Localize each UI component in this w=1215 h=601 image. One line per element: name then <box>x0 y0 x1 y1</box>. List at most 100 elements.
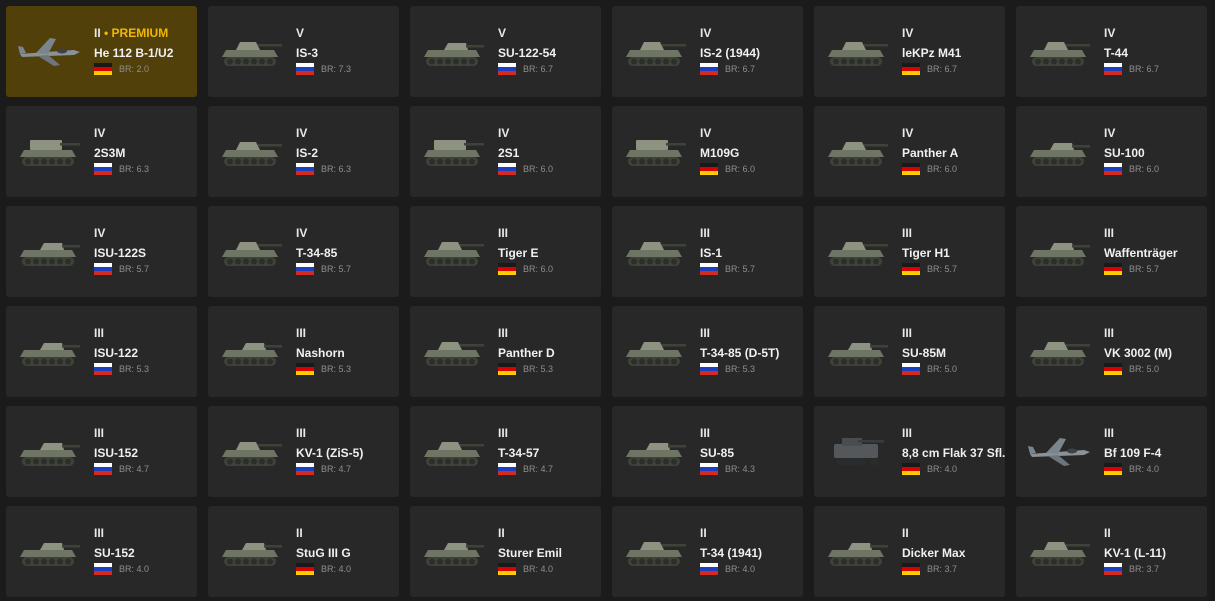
vehicle-meta: BR: 4.7 <box>296 463 363 475</box>
vehicle-card[interactable]: III KV-1 (ZiS-5) BR: 4.7 <box>208 406 399 497</box>
vehicle-card[interactable]: IV T-44 BR: 6.7 <box>1016 6 1207 97</box>
vehicle-name: Sturer Emil <box>498 546 563 560</box>
battle-rating: BR: 4.0 <box>1129 464 1160 474</box>
vehicle-card[interactable]: II StuG III G BR: 4.0 <box>208 506 399 597</box>
tier-label: III <box>902 226 913 240</box>
battle-rating: BR: 6.3 <box>119 164 150 174</box>
tier-label: III <box>1104 226 1115 240</box>
vehicle-name: T-44 <box>1104 46 1129 60</box>
tier-label: IV <box>902 26 914 40</box>
vehicle-card[interactable]: III VK 3002 (M) BR: 5.0 <box>1016 306 1207 397</box>
vehicle-name: SU-85 <box>700 446 735 460</box>
vehicle-tier: III <box>498 226 553 240</box>
vehicle-meta: BR: 6.7 <box>1104 63 1159 75</box>
vehicle-card[interactable]: III T-34-57 BR: 4.7 <box>410 406 601 497</box>
vehicle-card[interactable]: V IS-3 BR: 7.3 <box>208 6 399 97</box>
battle-rating: BR: 5.7 <box>1129 264 1160 274</box>
vehicle-card[interactable]: III ISU-122 BR: 5.3 <box>6 306 197 397</box>
vehicle-card[interactable]: IV IS-2 BR: 6.3 <box>208 106 399 197</box>
tank-icon <box>418 432 488 472</box>
vehicle-card[interactable]: II Dicker Max BR: 3.7 <box>814 506 1005 597</box>
vehicle-card[interactable]: IV 2S1 BR: 6.0 <box>410 106 601 197</box>
vehicle-name: T-34-57 <box>498 446 540 460</box>
vehicle-info: IV 2S1 BR: 6.0 <box>498 126 553 175</box>
vehicle-card[interactable]: IV T-34-85 BR: 5.7 <box>208 206 399 297</box>
vehicle-card[interactable]: III Tiger E BR: 6.0 <box>410 206 601 297</box>
vehicle-info: III SU-152 BR: 4.0 <box>94 526 149 575</box>
tier-label: III <box>94 326 105 340</box>
vehicle-info: II • PREMIUM He 112 B-1/U2 BR: 2.0 <box>94 26 173 75</box>
vehicle-name: KV-1 (L-11) <box>1104 546 1167 560</box>
vehicle-info: V IS-3 BR: 7.3 <box>296 26 351 75</box>
premium-label: PREMIUM <box>111 26 169 40</box>
vehicle-name: Dicker Max <box>902 546 966 560</box>
germany-flag-icon <box>1104 463 1122 475</box>
plane-icon <box>14 32 84 72</box>
vehicle-meta: BR: 4.0 <box>1104 463 1161 475</box>
vehicle-card[interactable]: V SU-122-54 BR: 6.7 <box>410 6 601 97</box>
vehicle-name: Tiger H1 <box>902 246 950 260</box>
vehicle-name: He 112 B-1/U2 <box>94 46 174 60</box>
vehicle-card[interactable]: IV SU-100 BR: 6.0 <box>1016 106 1207 197</box>
vehicle-tier: IV <box>700 26 760 40</box>
vehicle-card[interactable]: III IS-1 BR: 5.7 <box>612 206 803 297</box>
tier-label: II <box>94 26 101 40</box>
vehicle-card[interactable]: II T-34 (1941) BR: 4.0 <box>612 506 803 597</box>
vehicle-card[interactable]: II • PREMIUM He 112 B-1/U2 BR: 2.0 <box>6 6 197 97</box>
germany-flag-icon <box>1104 263 1122 275</box>
vehicle-name: M109G <box>700 146 740 160</box>
vehicle-meta: BR: 4.3 <box>700 463 755 475</box>
battle-rating: BR: 4.0 <box>725 564 756 574</box>
vehicle-card[interactable]: III Tiger H1 BR: 5.7 <box>814 206 1005 297</box>
tier-label: III <box>700 226 711 240</box>
vehicle-card[interactable]: III ISU-152 BR: 4.7 <box>6 406 197 497</box>
germany-flag-icon <box>498 363 516 375</box>
vehicle-name: SU-152 <box>94 546 135 560</box>
vehicle-tier: IV <box>296 226 351 240</box>
vehicle-name: 2S3M <box>94 146 126 160</box>
vehicle-name: StuG III G <box>296 546 351 560</box>
vehicle-card[interactable]: III SU-152 BR: 4.0 <box>6 506 197 597</box>
vehicle-card[interactable]: III Nashorn BR: 5.3 <box>208 306 399 397</box>
vehicle-card[interactable]: III Panther D BR: 5.3 <box>410 306 601 397</box>
tank-icon <box>216 132 286 172</box>
battle-rating: BR: 4.0 <box>927 464 958 474</box>
vehicle-card[interactable]: III SU-85M BR: 5.0 <box>814 306 1005 397</box>
vehicle-card[interactable]: IV Panther A BR: 6.0 <box>814 106 1005 197</box>
vehicle-meta: BR: 4.0 <box>94 563 149 575</box>
tier-label: V <box>296 26 305 40</box>
ussr-flag-icon <box>498 463 516 475</box>
vehicle-card[interactable]: IV leKPz M41 BR: 6.7 <box>814 6 1005 97</box>
vehicle-card[interactable]: III T-34-85 (D-5T) BR: 5.3 <box>612 306 803 397</box>
vehicle-card[interactable]: III Waffenträger BR: 5.7 <box>1016 206 1207 297</box>
vehicle-card[interactable]: IV 2S3M BR: 6.3 <box>6 106 197 197</box>
vehicle-info: III IS-1 BR: 5.7 <box>700 226 755 275</box>
tier-label: III <box>902 326 913 340</box>
vehicle-card[interactable]: II KV-1 (L-11) BR: 3.7 <box>1016 506 1207 597</box>
tank-destroyer-icon <box>620 432 690 472</box>
vehicle-card[interactable]: IV ISU-122S BR: 5.7 <box>6 206 197 297</box>
ussr-flag-icon <box>1104 163 1122 175</box>
battle-rating: BR: 5.7 <box>725 264 756 274</box>
vehicle-tier: II <box>1104 526 1166 540</box>
tier-label: II <box>902 526 909 540</box>
vehicle-card[interactable]: II Sturer Emil BR: 4.0 <box>410 506 601 597</box>
tank-destroyer-icon <box>418 32 488 72</box>
vehicle-card[interactable]: III 8,8 cm Flak 37 Sfl. BR: 4.0 <box>814 406 1005 497</box>
vehicle-card[interactable]: IV IS-2 (1944) BR: 6.7 <box>612 6 803 97</box>
vehicle-card[interactable]: III Bf 109 F-4 BR: 4.0 <box>1016 406 1207 497</box>
tier-label: III <box>498 326 509 340</box>
vehicle-card[interactable]: III SU-85 BR: 4.3 <box>612 406 803 497</box>
germany-flag-icon <box>94 63 112 75</box>
tier-label: III <box>94 526 105 540</box>
battle-rating: BR: 6.0 <box>1129 164 1160 174</box>
ussr-flag-icon <box>1104 63 1122 75</box>
vehicle-card[interactable]: IV M109G BR: 6.0 <box>612 106 803 197</box>
spg-icon <box>14 132 84 172</box>
ussr-flag-icon <box>94 363 112 375</box>
battle-rating: BR: 5.3 <box>523 364 554 374</box>
vehicle-info: IV ISU-122S BR: 5.7 <box>94 226 149 275</box>
tank-destroyer-icon <box>216 332 286 372</box>
vehicle-meta: BR: 6.7 <box>902 63 961 75</box>
vehicle-name: leKPz M41 <box>902 46 962 60</box>
